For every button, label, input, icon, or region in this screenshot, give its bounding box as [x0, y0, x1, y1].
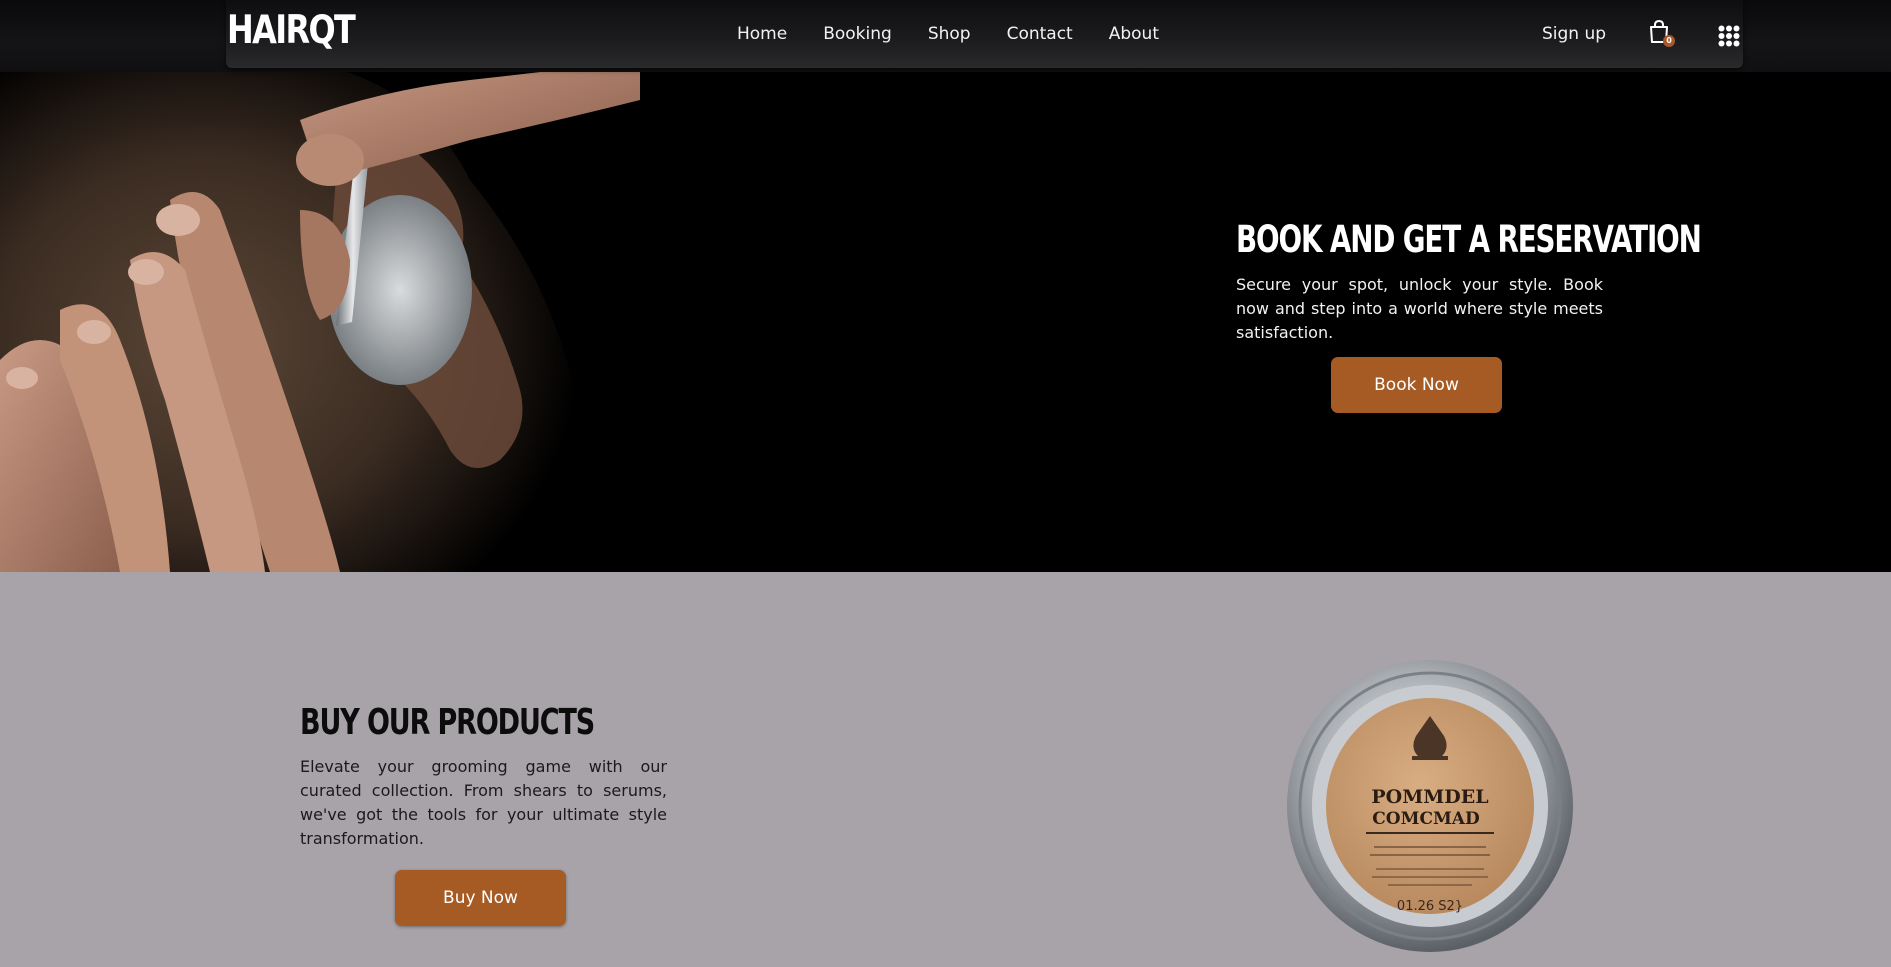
products-description: Elevate your grooming game with our cura… — [300, 757, 667, 848]
nav-links: Home Booking Shop Contact About — [737, 24, 1159, 44]
nav-link-home[interactable]: Home — [737, 24, 787, 44]
product-label-line1: POMMDEL — [1371, 786, 1488, 808]
nav-link-booking[interactable]: Booking — [823, 24, 892, 44]
book-now-button[interactable]: Book Now — [1331, 357, 1502, 413]
hero-section: BOOK AND GET A RESERVATION Secure your s… — [0, 0, 1891, 572]
products-content: BUY OUR PRODUCTS Elevate your grooming g… — [300, 702, 667, 851]
sign-up-link[interactable]: Sign up — [1542, 24, 1606, 44]
product-label-line2: COMCMAD — [1372, 809, 1480, 829]
nav-link-about[interactable]: About — [1109, 24, 1159, 44]
navbar: HAIRQT Home Booking Shop Contact About S… — [226, 0, 1743, 68]
products-section: BUY OUR PRODUCTS Elevate your grooming g… — [0, 572, 1891, 967]
cart-count-badge: 0 — [1663, 35, 1675, 47]
pomade-tin-image: POMMDEL COMCMAD 01.26 S2} — [1287, 660, 1573, 952]
grid-menu-icon — [1718, 25, 1740, 47]
barber-shaving-photo — [0, 60, 640, 572]
apps-menu-button[interactable] — [1718, 25, 1740, 47]
cart-button[interactable]: 0 — [1648, 19, 1675, 48]
hero-content: BOOK AND GET A RESERVATION Secure your s… — [1236, 218, 1702, 345]
nav-link-shop[interactable]: Shop — [928, 24, 971, 44]
products-title: BUY OUR PRODUCTS — [300, 702, 595, 743]
logo[interactable]: HAIRQT — [227, 8, 356, 53]
nav-link-contact[interactable]: Contact — [1007, 24, 1073, 44]
hero-description: Secure your spot, unlock your style. Boo… — [1236, 275, 1603, 342]
hero-title: BOOK AND GET A RESERVATION — [1236, 218, 1702, 261]
buy-now-button[interactable]: Buy Now — [395, 870, 566, 926]
product-weight: 01.26 S2} — [1397, 899, 1463, 914]
